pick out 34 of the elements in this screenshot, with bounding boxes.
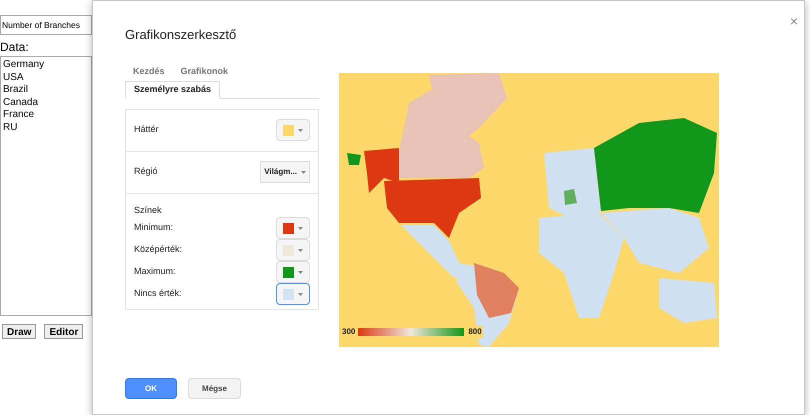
section-label: Háttér — [134, 123, 159, 136]
data-row-text: RU — [3, 122, 18, 134]
tab[interactable]: Grafikonok — [172, 62, 236, 80]
color-picker[interactable] — [276, 283, 310, 305]
page-button[interactable]: Draw — [2, 324, 36, 339]
caret-icon — [298, 292, 303, 296]
caret-icon — [298, 226, 303, 230]
close-button[interactable]: × — [790, 11, 798, 32]
data-row-text: USA — [3, 72, 25, 84]
data-label: Data: — [0, 39, 30, 56]
tab[interactable]: Személyre szabás — [125, 80, 220, 98]
data-row-text: France — [3, 109, 36, 122]
color-label: Minimum: — [134, 221, 174, 234]
tab[interactable]: Kezdés — [125, 62, 173, 80]
legend-max: 800 — [467, 326, 483, 338]
color-label: Középérték: — [134, 243, 182, 256]
color-label: Nincs érték: — [134, 287, 182, 300]
page-button[interactable]: Editor — [44, 324, 84, 339]
data-row-text: Canada — [3, 96, 40, 109]
legend-min: 300 — [342, 326, 356, 338]
dialog-button[interactable]: Mégse — [188, 378, 241, 399]
data-row-text: Brazil — [3, 84, 30, 96]
caret-icon — [301, 170, 306, 174]
section-label: Színek — [134, 204, 163, 216]
color-label: Maximum: — [134, 265, 176, 278]
caret-icon — [298, 270, 303, 274]
section-label: Régió — [134, 165, 158, 178]
title-field[interactable]: Number of Branches — [0, 15, 92, 35]
data-row-text: Germany — [3, 59, 46, 72]
caret-icon — [298, 128, 303, 132]
caret-icon — [298, 248, 303, 252]
region-dropdown[interactable]: Világm... — [260, 161, 310, 183]
data-textarea[interactable]: Germany USA Brazil Canada France RU — [0, 56, 92, 316]
dialog-title: Grafikonszerkesztő — [125, 26, 238, 44]
